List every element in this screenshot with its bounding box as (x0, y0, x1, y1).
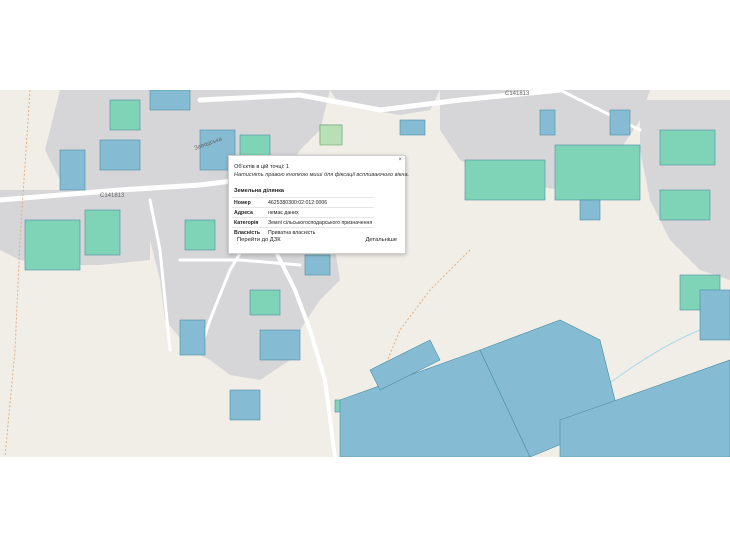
attr-key-number: Номер (232, 197, 266, 208)
popup-hint: Натисніть правою кнопкою миші для фіксац… (234, 172, 410, 178)
road-label-c141813-east: C141813 (505, 91, 530, 97)
go-to-dzk-button[interactable]: Перейти до ДЗК (237, 237, 281, 243)
table-row: Власність Приватна власність (232, 227, 375, 237)
table-row: Категорія Землі сільськогосподарського п… (232, 217, 375, 228)
parcel-info-popup: × Об'єктів в цій точці: 1 Натисніть прав… (228, 155, 410, 254)
attr-key-ownership: Власність (232, 227, 266, 237)
details-button[interactable]: Детальніше (365, 237, 397, 243)
map-viewport[interactable]: C141813 C141813 Заводська ✎ (0, 90, 730, 457)
popup-title: Земельна ділянка (234, 188, 285, 194)
attr-value-address: немає даних (266, 207, 375, 218)
objects-count: Об'єктів в цій точці: 1 (234, 164, 290, 170)
attr-key-category: Категорія (232, 217, 266, 228)
table-row: Адреса немає даних (232, 207, 375, 218)
map-canvas[interactable]: C141813 C141813 Заводська (0, 90, 730, 457)
attr-value-category: Землі сільськогосподарського призначення (266, 217, 375, 228)
close-icon[interactable]: × (398, 157, 402, 163)
road-label-c141813-west: C141813 (100, 193, 125, 199)
attr-value-number: 4625380300:02:012:0006 (266, 197, 375, 208)
attr-value-ownership: Приватна власність (266, 227, 375, 237)
parcel-attributes-table: Номер 4625380300:02:012:0006 Адреса нема… (232, 197, 375, 237)
table-row: Номер 4625380300:02:012:0006 (232, 197, 375, 208)
sports-field (319, 124, 343, 146)
attr-key-address: Адреса (232, 207, 266, 218)
